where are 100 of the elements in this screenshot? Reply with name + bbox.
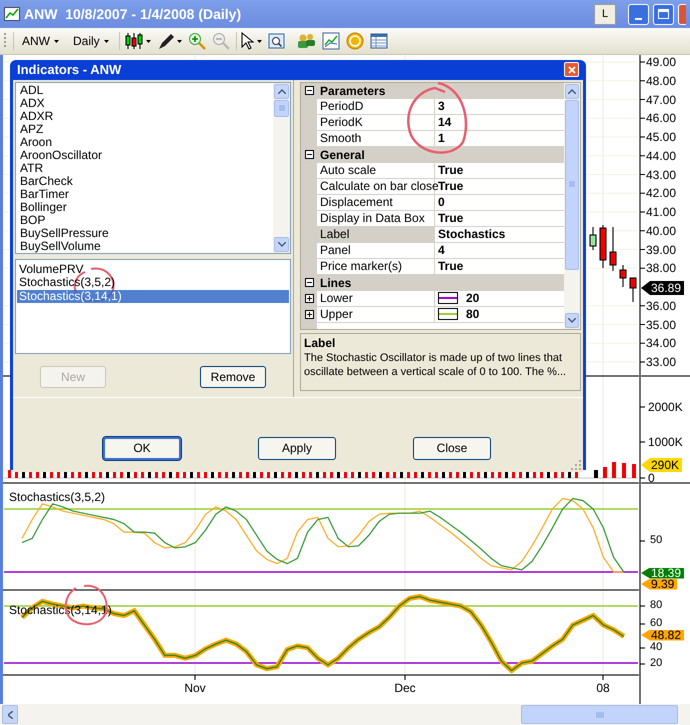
description-title: Label xyxy=(304,336,336,350)
list-item[interactable]: BuySellPressure xyxy=(19,226,273,240)
maximize-button[interactable] xyxy=(653,4,674,24)
horizontal-scrollbar[interactable] xyxy=(0,704,690,725)
property-value[interactable]: True xyxy=(438,210,464,226)
grip-icon xyxy=(596,712,604,718)
property-name[interactable]: Smooth xyxy=(317,130,435,146)
collapse-icon[interactable] xyxy=(304,278,314,287)
property-value[interactable]: 4 xyxy=(438,242,445,258)
drawing-tool-button[interactable] xyxy=(156,32,182,50)
expand-icon[interactable] xyxy=(304,294,314,303)
scroll-thumb[interactable] xyxy=(274,100,289,116)
list-item[interactable]: Bollinger xyxy=(19,200,273,214)
table-icon[interactable] xyxy=(370,32,388,50)
list-item[interactable]: ADXR xyxy=(19,110,273,122)
property-name[interactable]: PeriodK xyxy=(317,114,435,130)
line-chart-icon[interactable] xyxy=(322,32,340,50)
caret-icon xyxy=(146,40,151,42)
property-value[interactable]: 0 xyxy=(438,194,445,210)
symbol-dropdown[interactable]: ANW xyxy=(13,32,63,50)
list-item[interactable]: BOP xyxy=(19,214,273,226)
property-name[interactable]: Label xyxy=(317,226,435,242)
layout-button[interactable]: L xyxy=(594,4,616,24)
grip-handle-icon[interactable] xyxy=(4,32,7,50)
close-button[interactable] xyxy=(678,4,686,24)
dialog-button[interactable]: Close xyxy=(413,436,491,460)
scroll-thumb[interactable] xyxy=(521,705,678,724)
oscillator-axis-label: 40 xyxy=(650,642,662,653)
line-color-swatch[interactable] xyxy=(438,292,458,304)
category-label: Lines xyxy=(319,274,352,292)
property-value[interactable]: 1 xyxy=(438,130,445,146)
pointer-button[interactable] xyxy=(236,32,262,50)
price-axis-label: 44.00 xyxy=(646,150,676,162)
price-axis-label: 36.00 xyxy=(646,300,676,312)
price-axis-label: 35.00 xyxy=(646,318,676,330)
list-item[interactable]: Aroon xyxy=(19,136,273,148)
description-text: The Stochastic Oscillator is made up of two lines that oscillate between a vertical scale of 0 to 100. The %... xyxy=(304,350,568,378)
value-marker: 18.39 xyxy=(641,568,684,578)
scroll-left-button[interactable] xyxy=(2,705,18,724)
list-item[interactable]: ATR xyxy=(19,162,273,174)
list-item[interactable]: APZ xyxy=(19,122,273,136)
price-axis-label: 43.00 xyxy=(646,168,676,180)
vertical-scrollbar[interactable] xyxy=(273,82,290,252)
scroll-down-button[interactable] xyxy=(274,236,289,252)
property-value[interactable]: True xyxy=(438,162,464,178)
expand-icon[interactable] xyxy=(304,310,314,319)
price-axis-label: 39.00 xyxy=(646,244,676,256)
list-item[interactable]: BarTimer xyxy=(19,188,273,200)
property-name[interactable]: Auto scale xyxy=(317,162,435,178)
chart-style-button[interactable] xyxy=(118,32,151,50)
zoom-frame-icon[interactable] xyxy=(268,32,286,50)
dialog-button[interactable]: Apply xyxy=(258,436,336,460)
chart-icon xyxy=(4,7,20,21)
list-item[interactable]: Stochastics(3,14,1) xyxy=(17,290,289,303)
list-item[interactable]: BuySellVolume xyxy=(19,240,273,252)
time-axis-label: Nov xyxy=(184,682,206,694)
list-item[interactable]: VolumePRV xyxy=(17,262,289,276)
property-value[interactable]: Stochastics xyxy=(438,226,506,242)
property-value[interactable]: 14 xyxy=(438,114,452,130)
category-label: Parameters xyxy=(319,82,386,100)
property-name[interactable]: Price marker(s) xyxy=(317,258,435,274)
coin-icon[interactable] xyxy=(346,32,364,50)
line-color-swatch[interactable] xyxy=(438,308,458,320)
property-name[interactable]: Panel xyxy=(317,242,435,258)
price-axis-label: 33.00 xyxy=(646,356,676,368)
scroll-down-button[interactable] xyxy=(565,312,579,328)
value-marker: 48.82 xyxy=(641,630,684,640)
list-item[interactable]: AroonOscillator xyxy=(19,148,273,162)
property-value[interactable]: 3 xyxy=(438,98,445,114)
list-item[interactable]: BarCheck xyxy=(19,174,273,188)
property-name[interactable]: Upper xyxy=(317,306,435,322)
property-name[interactable]: Lower xyxy=(317,290,435,306)
volume-axis-label: 0 xyxy=(648,472,655,484)
list-item[interactable]: ADX xyxy=(19,96,273,110)
resize-grip-icon[interactable] xyxy=(571,460,581,470)
property-name[interactable]: PeriodD xyxy=(317,98,435,114)
property-value[interactable]: True xyxy=(438,258,464,274)
property-name[interactable]: Displacement xyxy=(317,194,435,210)
zoom-in-icon[interactable] xyxy=(188,32,206,50)
close-button[interactable] xyxy=(564,62,579,78)
volume-axis-label: 2000K xyxy=(648,401,683,413)
property-name[interactable]: Display in Data Box xyxy=(317,210,435,226)
collapse-icon[interactable] xyxy=(304,150,314,159)
people-icon[interactable] xyxy=(296,32,316,50)
dialog-button[interactable]: OK xyxy=(103,436,181,460)
dialog-button[interactable]: Remove xyxy=(200,366,266,388)
dialog-title: Indicators - ANW xyxy=(17,61,122,79)
pen-icon xyxy=(156,32,175,50)
property-value[interactable]: 20 xyxy=(466,290,480,306)
collapse-icon[interactable] xyxy=(304,86,314,95)
scroll-thumb[interactable] xyxy=(565,100,579,270)
vertical-scrollbar[interactable] xyxy=(564,82,580,328)
list-item[interactable]: ADL xyxy=(19,84,273,96)
scroll-up-button[interactable] xyxy=(274,84,289,98)
interval-dropdown[interactable]: Daily xyxy=(69,32,113,50)
minimize-button[interactable] xyxy=(628,4,649,24)
property-value[interactable]: True xyxy=(438,178,464,194)
scroll-up-button[interactable] xyxy=(565,84,579,98)
property-value[interactable]: 80 xyxy=(466,306,480,322)
price-axis-label: 47.00 xyxy=(646,94,676,106)
